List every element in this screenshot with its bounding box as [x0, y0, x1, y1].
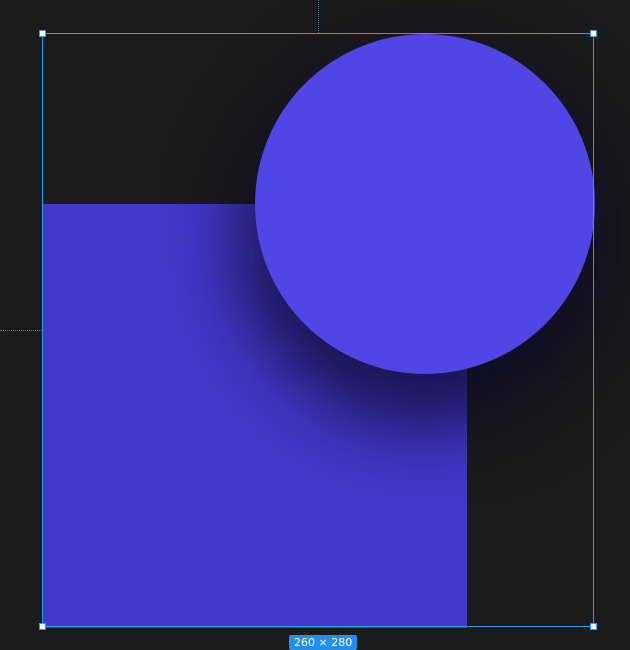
resize-handle-bottom-right[interactable]	[590, 623, 597, 630]
selection-size-badge: 260 × 280	[289, 635, 358, 650]
resize-handle-top-right[interactable]	[590, 30, 597, 37]
selection-frame[interactable]	[39, 30, 597, 630]
resize-handle-bottom-left[interactable]	[39, 623, 46, 630]
horizontal-guide-line	[0, 330, 42, 331]
vertical-guide-line	[318, 0, 319, 33]
resize-handle-top-left[interactable]	[39, 30, 46, 37]
design-canvas[interactable]: 260 × 280	[0, 0, 630, 650]
